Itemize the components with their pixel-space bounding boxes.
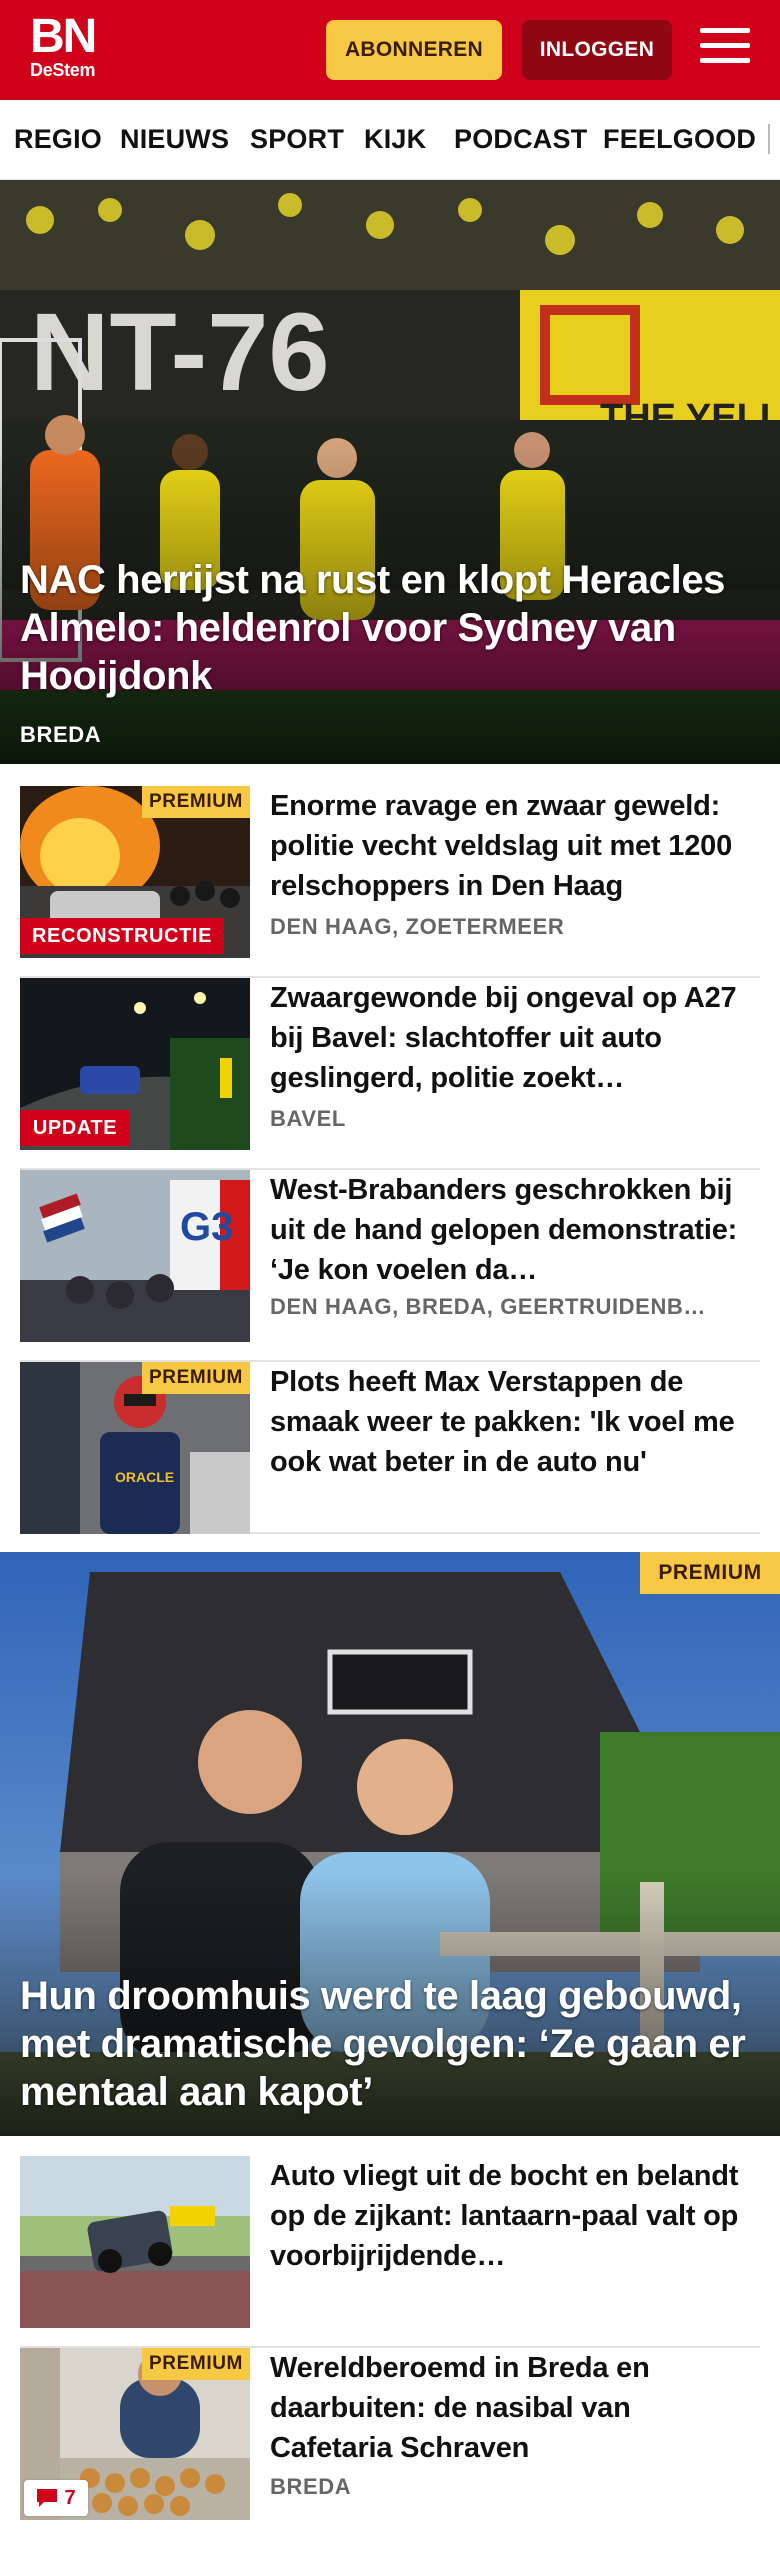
feature-article[interactable]: PREMIUM Hun droomhuis werd te laag gebou…: [0, 1552, 780, 2136]
comment-icon: [37, 2489, 58, 2507]
subscribe-button[interactable]: ABONNEREN: [326, 20, 502, 80]
article-row[interactable]: Auto vliegt uit de bocht en belandt op d…: [20, 2156, 760, 2348]
article-row[interactable]: G3 West-Brabanders geschrokken bij uit d…: [20, 1170, 760, 1362]
article-title[interactable]: Wereldberoemd in Breda en daarbuiten: de…: [270, 2348, 760, 2468]
nav-item-sport[interactable]: SPORT: [250, 124, 344, 155]
nav-item-podcast[interactable]: PODCAST: [454, 124, 587, 155]
logo-sub: DeStem: [30, 60, 96, 80]
article-location: DEN HAAG, ZOETERMEER: [270, 914, 565, 939]
site-logo[interactable]: BN DeStem: [30, 10, 120, 81]
hero-article[interactable]: NT-76 THE YELL NAC herrijst na rust en k…: [0, 180, 780, 764]
reconstructie-tag: RECONSTRUCTIE: [20, 918, 224, 954]
premium-badge: PREMIUM: [142, 2348, 250, 2380]
nav-item-feelgood[interactable]: FEELGOOD: [603, 124, 756, 155]
article-location: DEN HAAG, BREDA, GEERTRUIDENB…: [270, 1294, 707, 1319]
article-title[interactable]: Enorme ravage en zwaar geweld: politie v…: [270, 786, 760, 906]
svg-text:ORACLE: ORACLE: [115, 1469, 174, 1485]
update-tag: UPDATE: [20, 1110, 130, 1146]
menu-icon[interactable]: [700, 28, 750, 72]
article-location: BAVEL: [270, 1106, 346, 1131]
article-row[interactable]: PREMIUM RECONSTRUCTIE Enorme ravage en z…: [20, 786, 760, 978]
top-bar: BN DeStem ABONNEREN INLOGGEN: [0, 0, 780, 100]
svg-text:G3: G3: [180, 1205, 233, 1249]
logo-main: BN: [30, 10, 97, 63]
article-title[interactable]: Zwaargewonde bij ongeval op A27 bij Bave…: [270, 978, 760, 1098]
nav-item-nieuws[interactable]: NIEUWS: [120, 124, 229, 155]
hero-title[interactable]: NAC herrijst na rust en klopt Heracles A…: [20, 556, 760, 700]
article-row[interactable]: UPDATE Zwaargewonde bij ongeval op A27 b…: [20, 978, 760, 1170]
login-button[interactable]: INLOGGEN: [522, 20, 672, 80]
nav-item-regio[interactable]: REGIO: [14, 124, 102, 155]
hero-location: BREDA: [20, 722, 102, 747]
article-location: BREDA: [270, 2474, 352, 2499]
premium-badge: PREMIUM: [142, 786, 250, 818]
nav-item-kijk[interactable]: KIJK: [364, 124, 426, 155]
comments-badge[interactable]: 7: [24, 2480, 88, 2516]
article-title[interactable]: Auto vliegt uit de bocht en belandt op d…: [270, 2156, 760, 2276]
article-title[interactable]: West-Brabanders geschrokken bij uit de h…: [270, 1170, 760, 1290]
section-nav: REGIO NIEUWS SPORT KIJK PODCAST FEELGOOD: [0, 100, 780, 180]
feature-title[interactable]: Hun droomhuis werd te laag gebouwd, met …: [20, 1972, 765, 2116]
article-row[interactable]: ORACLE PREMIUM Plots heeft Max Verstappe…: [20, 1362, 760, 1534]
article-row[interactable]: PREMIUM Wereldberoemd in Breda en daarbu…: [20, 2348, 760, 2520]
premium-badge: PREMIUM: [640, 1552, 780, 1594]
comments-count: 7: [64, 2486, 76, 2509]
nav-overflow-divider: [768, 124, 770, 154]
article-thumbnail: [20, 2156, 250, 2328]
premium-badge: PREMIUM: [142, 1362, 250, 1394]
article-title[interactable]: Plots heeft Max Verstappen de smaak weer…: [270, 1362, 760, 1482]
article-thumbnail: G3: [20, 1170, 250, 1342]
